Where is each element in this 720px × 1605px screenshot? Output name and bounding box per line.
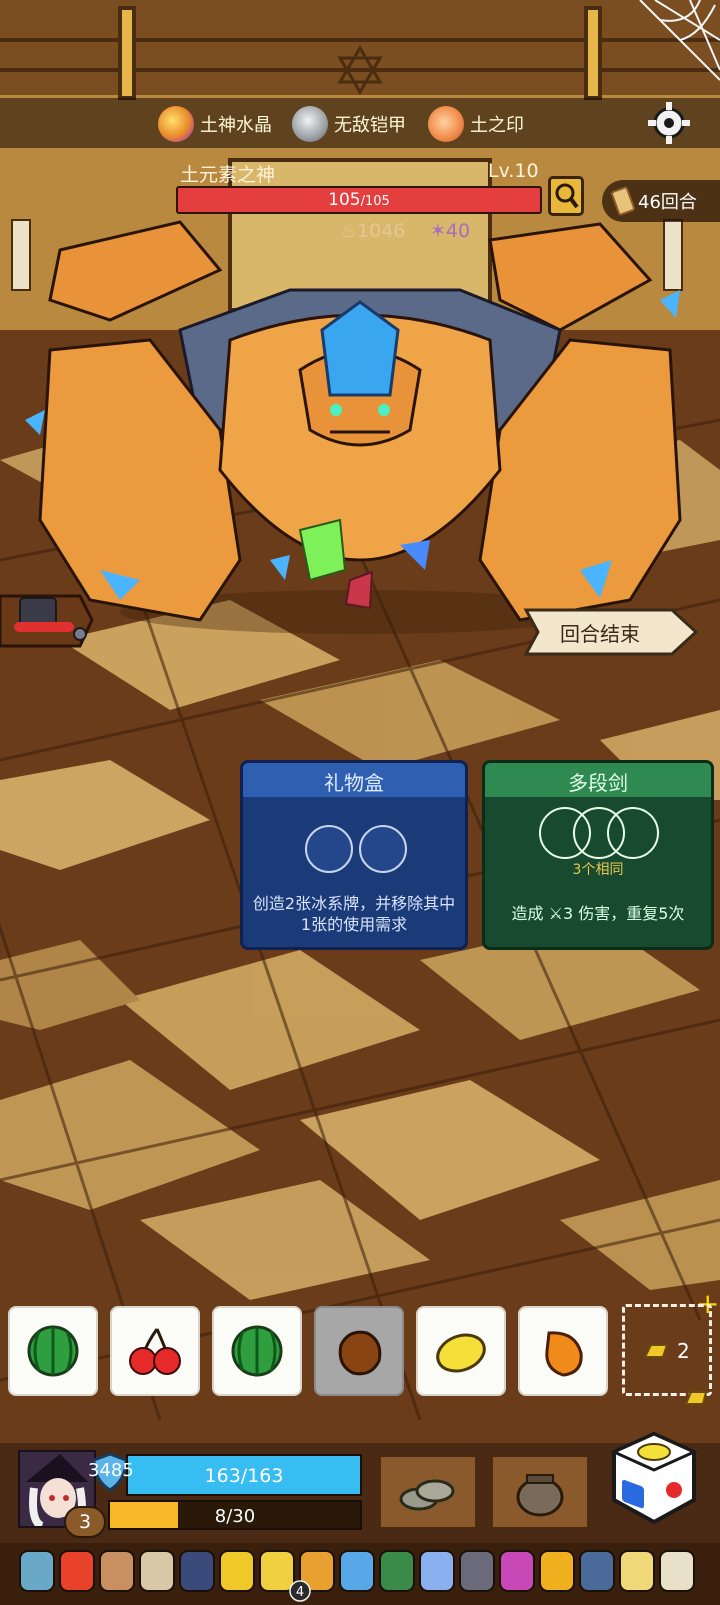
invincible-armor-icon — [292, 106, 328, 142]
round-counter: 46回合 — [602, 180, 720, 222]
watermelon-icon — [27, 1325, 79, 1377]
relic-icon[interactable] — [539, 1550, 575, 1592]
card-gift-box[interactable]: 礼物盒 创造2张冰系牌，并移除其中1张的使用需求 — [240, 760, 468, 950]
weight-relic-icon[interactable] — [0, 586, 96, 652]
relic-icon[interactable] — [19, 1550, 55, 1592]
card-multi-sword[interactable]: 多段剑 3个相同 造成 ⚔3 伤害，重复5次 — [482, 760, 714, 950]
relic-bar: 4 — [0, 1543, 720, 1605]
boss-hp-text: 105/105 — [178, 190, 540, 210]
lemon-icon — [436, 1333, 486, 1373]
die-lemon[interactable] — [416, 1306, 506, 1396]
relic-icon[interactable] — [259, 1550, 295, 1592]
card-requirement: 3个相同 — [572, 862, 624, 878]
coins-icon — [399, 1479, 455, 1511]
buff-earth-crystal[interactable]: 土神水晶 — [158, 104, 272, 144]
buff-label: 无敌铠甲 — [334, 115, 406, 136]
buff-label: 土之印 — [470, 115, 524, 136]
dice-slot-icon — [305, 825, 353, 873]
relic-icon[interactable] — [59, 1550, 95, 1592]
relic-icon[interactable] — [419, 1550, 455, 1592]
gold-bar-icon — [684, 1391, 708, 1405]
card-description: 造成 ⚔3 伤害，重复5次 — [511, 904, 685, 923]
end-turn-button[interactable]: 回合结束 — [522, 604, 700, 660]
player-xp-text: 8/30 — [214, 1506, 256, 1527]
relic-icon[interactable] — [499, 1550, 535, 1592]
settings-gear-icon[interactable] — [646, 100, 692, 146]
relic-icon[interactable] — [339, 1550, 375, 1592]
relic-icon[interactable] — [579, 1550, 615, 1592]
buff-invincible-armor[interactable]: 无敌铠甲 — [292, 104, 406, 144]
relic-icon[interactable] — [379, 1550, 415, 1592]
relic-icon[interactable] — [659, 1550, 695, 1592]
earth-crystal-icon — [158, 106, 194, 142]
empty-dice-slot — [607, 807, 659, 859]
item-slot-coins[interactable] — [378, 1454, 478, 1530]
cherry-icon — [129, 1328, 181, 1375]
watermelon-icon — [231, 1325, 283, 1377]
buff-earth-seal[interactable]: 土之印 — [428, 104, 524, 144]
relic-icon[interactable] — [619, 1550, 655, 1592]
pot-icon — [516, 1474, 564, 1517]
card-description: 创造2张冰系牌，并移除其中1张的使用需求 — [252, 894, 456, 934]
boss-hp-max: /105 — [360, 194, 390, 209]
relic-icon[interactable] — [139, 1550, 175, 1592]
earth-seal-icon — [428, 106, 464, 142]
boss-intent-attack: ♨1046 — [340, 220, 406, 242]
die-cherry[interactable] — [110, 1306, 200, 1396]
die-coconut-used[interactable] — [314, 1306, 404, 1396]
player-xp-bar: 8/30 — [108, 1500, 362, 1530]
player-shield-value: 3485 — [88, 1460, 134, 1481]
inspect-magnifier-icon[interactable] — [548, 176, 584, 216]
player-hp-bar: 163/163 — [126, 1454, 362, 1496]
extra-die-slot[interactable]: 2 — [622, 1304, 712, 1396]
die-watermelon[interactable] — [212, 1306, 302, 1396]
relic-icon[interactable] — [179, 1550, 215, 1592]
player-hp-text: 163/163 — [204, 1465, 284, 1487]
boss-level: Lv.10 — [488, 160, 539, 182]
relic-badge-count: 4 — [296, 1585, 304, 1600]
buff-label: 土神水晶 — [200, 115, 272, 136]
card-title: 多段剑 — [485, 763, 711, 797]
dice-slot-icon — [359, 825, 407, 873]
relic-icon[interactable] — [219, 1550, 255, 1592]
die-watermelon[interactable] — [8, 1306, 98, 1396]
gold-bar-icon — [643, 1344, 669, 1358]
coconut-icon — [338, 1330, 382, 1376]
boss-hp-bar: 105/105 — [176, 186, 542, 214]
boss-intent-debuff: ✶40 — [430, 220, 471, 242]
boss-intent-attack-value: 1046 — [357, 220, 406, 242]
roll-dice-button[interactable] — [608, 1430, 700, 1526]
boss-name: 土元素之神 — [180, 164, 276, 186]
boss-intent-debuff-value: 40 — [445, 220, 471, 242]
card-title: 礼物盒 — [243, 763, 465, 797]
end-turn-label: 回合结束 — [560, 622, 640, 646]
relic-icon[interactable] — [99, 1550, 135, 1592]
mango-icon — [545, 1331, 583, 1377]
scroll-icon — [610, 185, 636, 217]
relic-icon[interactable] — [459, 1550, 495, 1592]
boss-hp-current: 105 — [328, 190, 361, 210]
round-counter-text: 46回合 — [638, 192, 697, 213]
extra-die-count: 2 — [677, 1339, 690, 1363]
player-level-badge: 3 — [64, 1506, 106, 1538]
die-mango[interactable] — [518, 1306, 608, 1396]
item-slot-pot[interactable] — [490, 1454, 590, 1530]
